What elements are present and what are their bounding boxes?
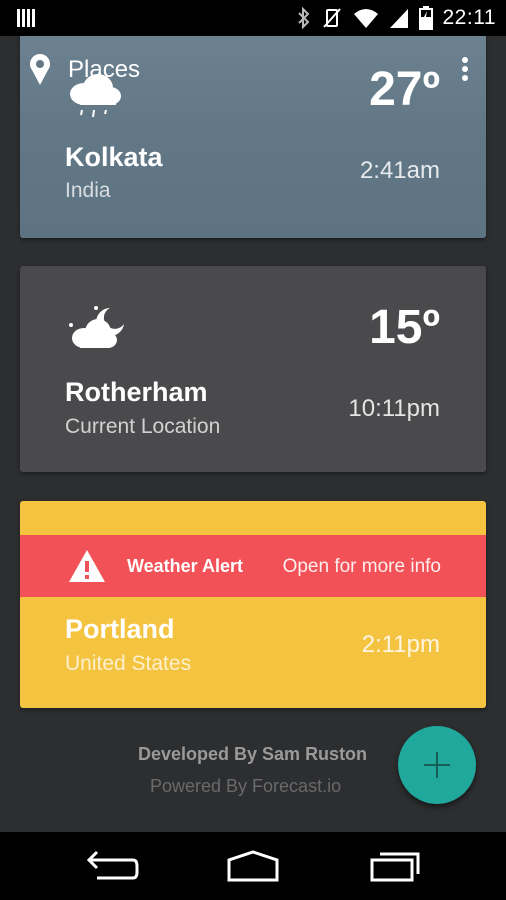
bars-icon bbox=[17, 9, 35, 27]
navigation-bar bbox=[0, 832, 506, 900]
recent-apps-icon[interactable] bbox=[364, 846, 424, 886]
local-time: 2:41am bbox=[359, 157, 440, 184]
partly-cloudy-night-icon bbox=[69, 306, 124, 348]
status-time: 22:11 bbox=[442, 6, 496, 29]
local-time: 2:11pm bbox=[361, 631, 440, 658]
location-pin-icon bbox=[30, 54, 50, 85]
place-card-portland[interactable]: Weather Alert Open for more info Portlan… bbox=[20, 501, 486, 708]
city-name: Portland bbox=[65, 614, 175, 644]
powered-by-link[interactable]: Powered By Forecast.io bbox=[150, 776, 341, 797]
back-icon[interactable] bbox=[83, 846, 143, 886]
city-name: Rotherham bbox=[65, 377, 208, 407]
weather-alert-bar[interactable]: Weather Alert Open for more info bbox=[20, 535, 486, 597]
city-name: Kolkata bbox=[65, 142, 163, 172]
home-icon[interactable] bbox=[223, 846, 283, 886]
temperature: 15º bbox=[369, 301, 440, 354]
page-title: Places bbox=[68, 56, 141, 83]
battery-charging-icon bbox=[418, 6, 433, 30]
warning-icon bbox=[69, 550, 105, 582]
country-name: United States bbox=[65, 652, 192, 675]
signal-icon bbox=[389, 9, 408, 28]
alert-title: Weather Alert bbox=[127, 556, 244, 576]
add-place-button[interactable] bbox=[398, 726, 476, 804]
plus-icon-vertical bbox=[436, 752, 438, 778]
overflow-menu-icon[interactable] bbox=[458, 56, 472, 84]
developer-credit: Developed By Sam Ruston bbox=[138, 744, 368, 764]
places-screen: 27º Kolkata India 2:41am 15º Rotherham C… bbox=[0, 36, 506, 832]
status-bar: 22:11 bbox=[0, 0, 506, 36]
alert-open-link[interactable]: Open for more info bbox=[283, 556, 441, 578]
vibrate-off-icon bbox=[322, 8, 341, 28]
bluetooth-icon bbox=[297, 7, 309, 29]
toolbar: Places bbox=[0, 36, 506, 106]
country-name: India bbox=[65, 179, 111, 202]
local-time: 10:11pm bbox=[348, 395, 440, 422]
place-card-rotherham[interactable]: 15º Rotherham Current Location 10:11pm bbox=[20, 266, 486, 472]
country-name: Current Location bbox=[65, 415, 221, 438]
wifi-icon bbox=[353, 9, 378, 28]
